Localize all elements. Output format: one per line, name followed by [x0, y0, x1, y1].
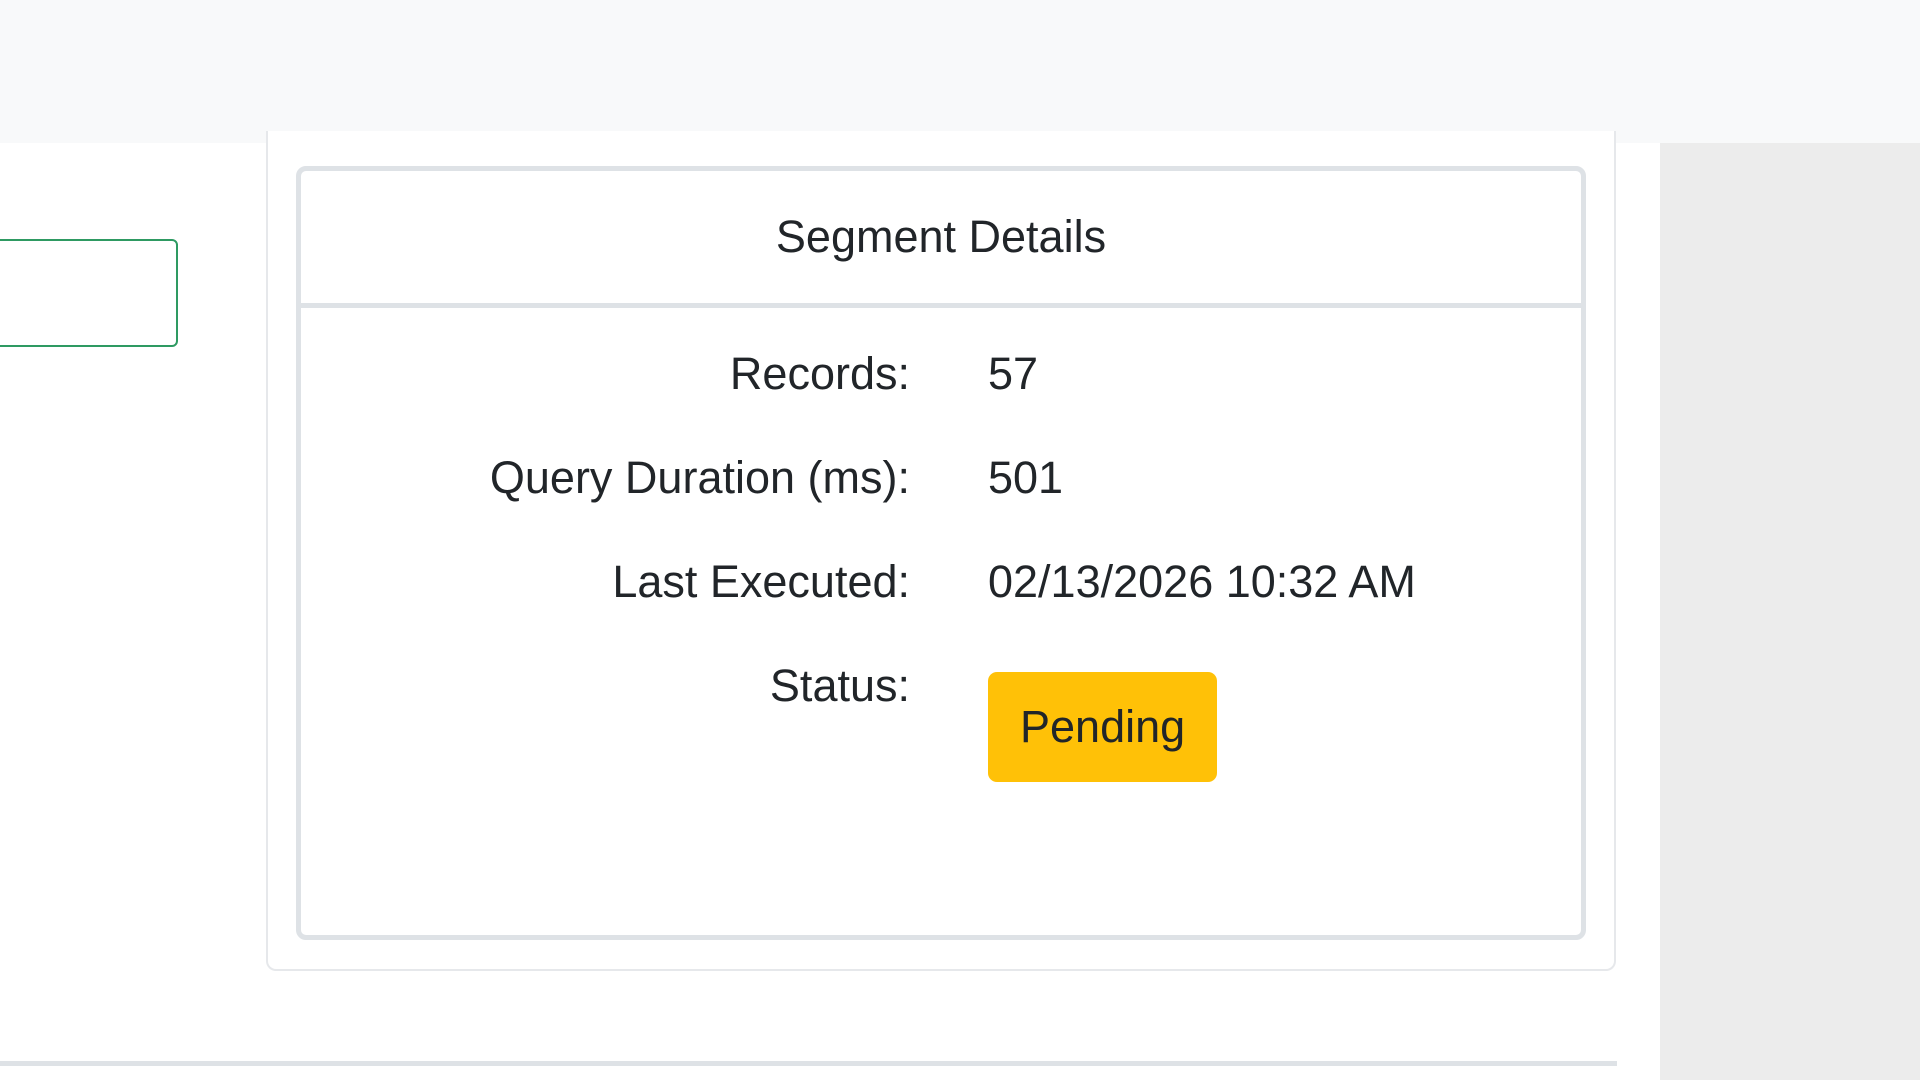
- segment-details-title: Segment Details: [301, 171, 1581, 308]
- right-side-panel: [1660, 143, 1920, 1080]
- status-label: Status:: [769, 660, 910, 711]
- last-executed-value: 02/13/2026 10:32 AM: [988, 556, 1416, 607]
- records-label: Records:: [729, 348, 910, 399]
- main-content: Segment Details Records: 57 Query Durati…: [0, 131, 1660, 1080]
- query-duration-row: Query Duration (ms): 501: [301, 432, 1581, 536]
- text-input[interactable]: [0, 239, 178, 347]
- top-bar: [0, 0, 1920, 143]
- divider: [0, 1061, 1617, 1066]
- segment-details-body: Records: 57 Query Duration (ms): 501 Las…: [301, 308, 1581, 782]
- last-executed-row: Last Executed: 02/13/2026 10:32 AM: [301, 536, 1581, 640]
- status-badge: Pending: [988, 672, 1218, 782]
- query-duration-value: 501: [988, 452, 1064, 503]
- last-executed-label: Last Executed:: [612, 556, 910, 607]
- status-row: Status: Pending: [301, 640, 1581, 782]
- segment-details-card: Segment Details Records: 57 Query Durati…: [296, 166, 1586, 940]
- query-duration-label: Query Duration (ms):: [489, 452, 910, 503]
- records-row: Records: 57: [301, 328, 1581, 432]
- records-value: 57: [988, 348, 1039, 399]
